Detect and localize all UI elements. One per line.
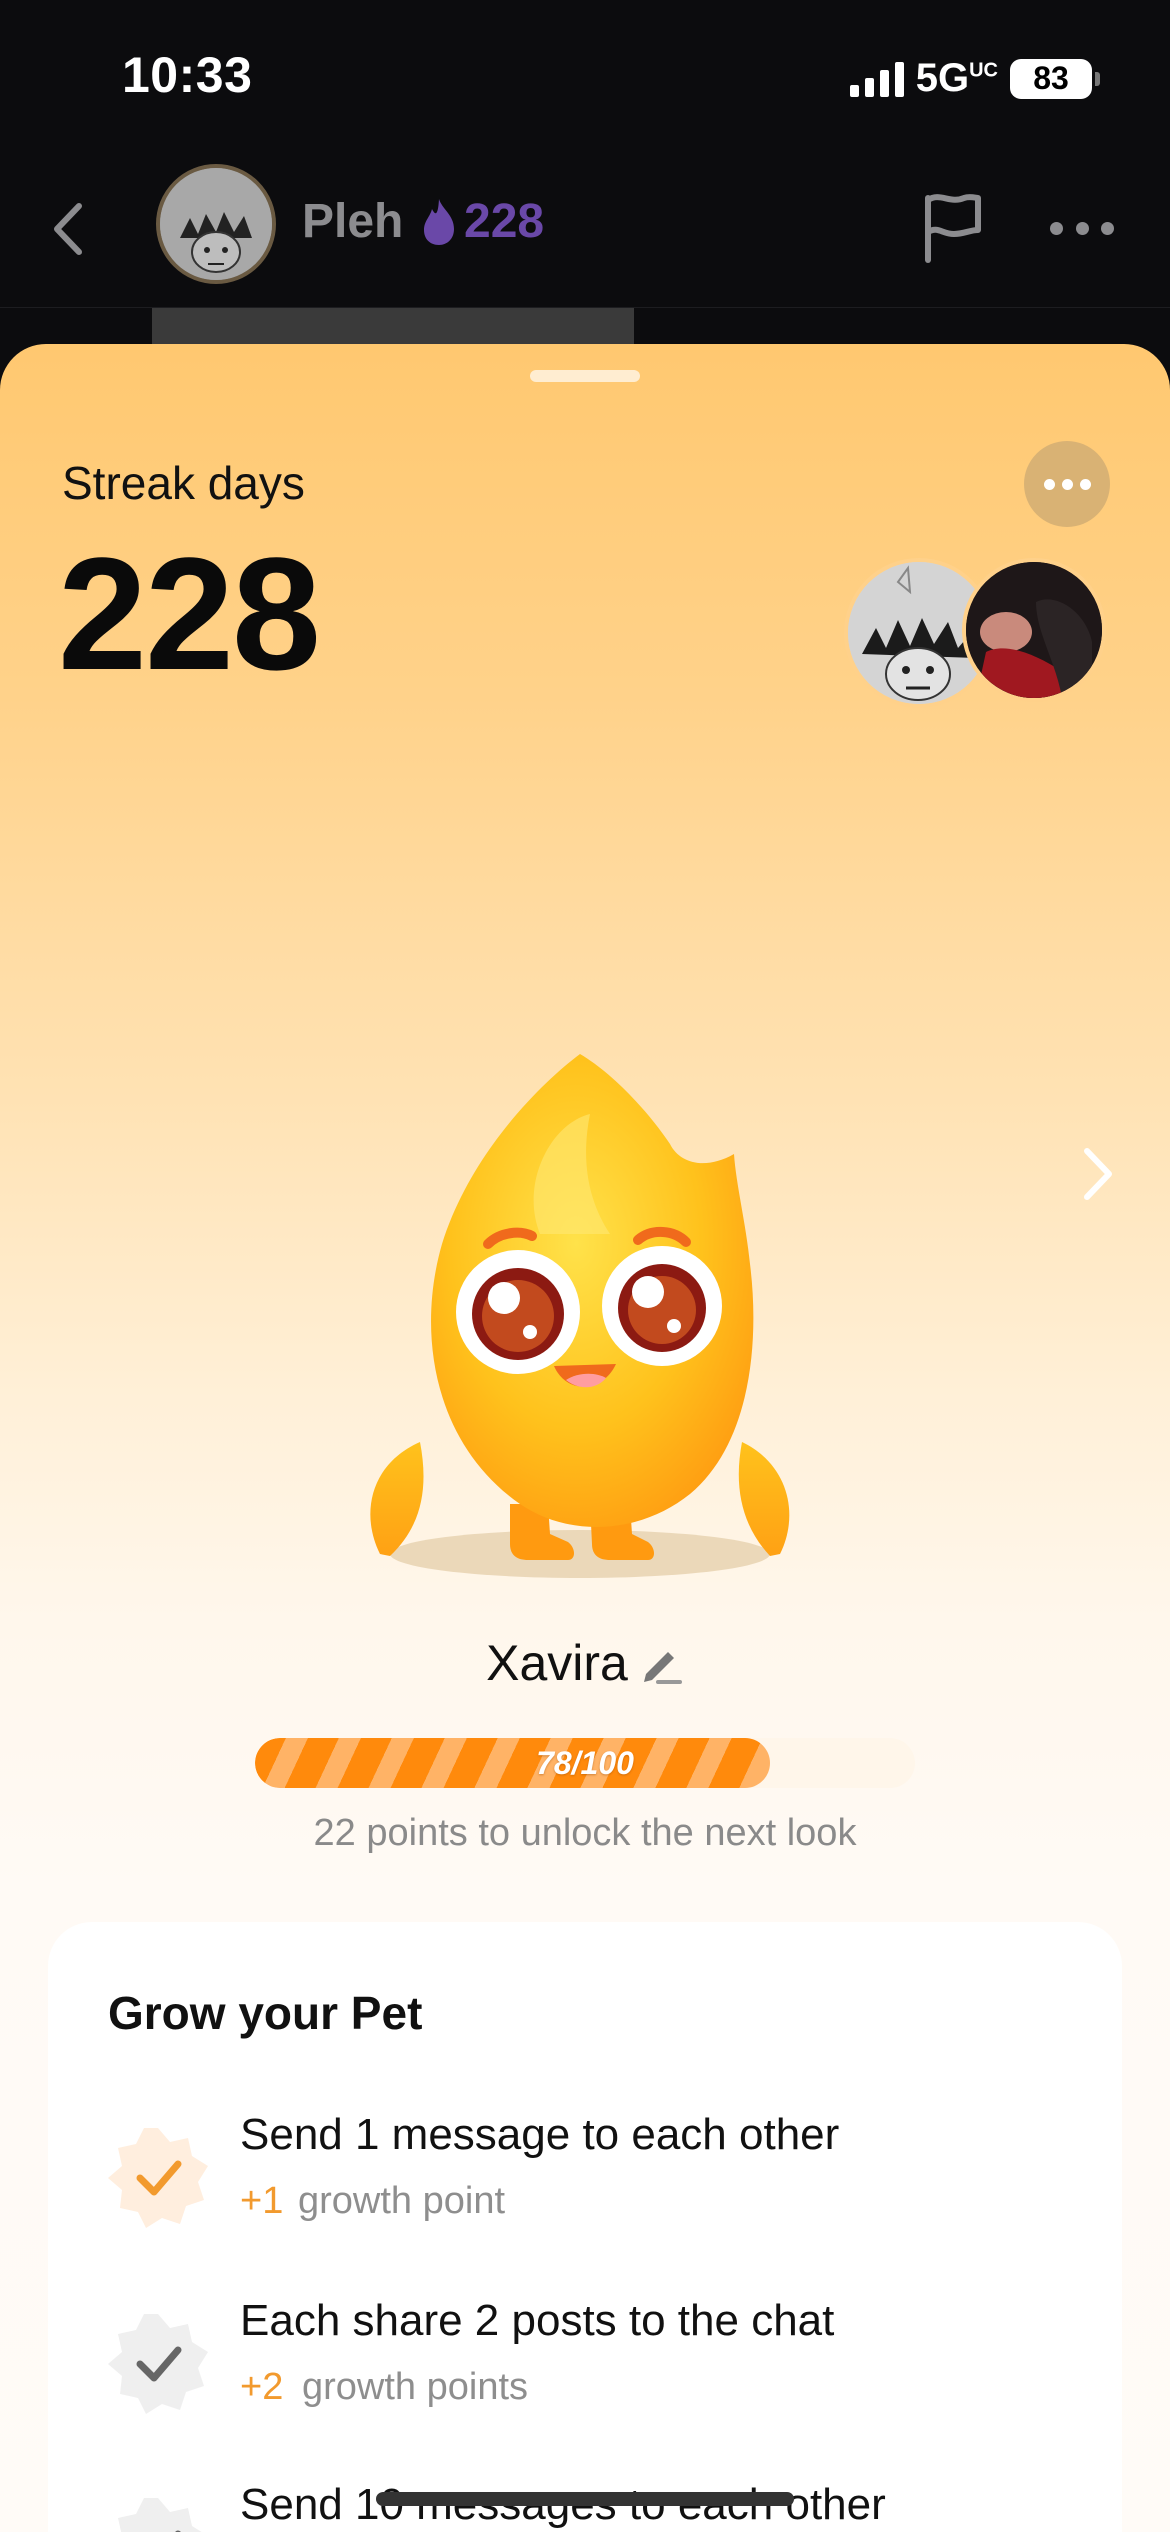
- status-bar: 10:33 5GUC 83: [0, 0, 1170, 150]
- network-type: 5GUC: [916, 56, 998, 101]
- chat-avatar[interactable]: [156, 164, 276, 284]
- task-item: Send 1 message to each other +1 growth p…: [104, 2104, 1104, 2254]
- task-item: Each share 2 posts to the chat +2 growth…: [104, 2290, 1104, 2440]
- status-indicators: 5GUC 83: [849, 56, 1100, 101]
- chevron-right-icon: [1084, 1148, 1112, 1200]
- flame-icon: [424, 198, 454, 245]
- task-points-label: growth point: [298, 2180, 506, 2222]
- check-badge-icon: [108, 2314, 208, 2414]
- chat-header: Pleh 228: [0, 150, 1170, 308]
- check-badge-icon: [118, 2498, 202, 2532]
- task-points: +2: [240, 2366, 284, 2408]
- chat-name: Pleh: [302, 195, 404, 248]
- background-photo: [152, 308, 634, 348]
- edit-pencil-icon[interactable]: [638, 1640, 684, 1686]
- grow-pet-card: Grow your Pet Send 1 message to each oth…: [48, 1922, 1122, 2532]
- battery-level: 83: [1033, 60, 1069, 96]
- network-label: 5G: [915, 56, 970, 100]
- growth-progress-text: 78/100: [536, 1744, 634, 1781]
- header-streak-count: 228: [464, 195, 545, 248]
- task-title: Each share 2 posts to the chat: [240, 2296, 835, 2345]
- sheet-more-button[interactable]: [1024, 441, 1110, 527]
- back-icon: [54, 203, 82, 255]
- header-streak: 228: [418, 194, 544, 249]
- growth-progress-bar: 78/100: [255, 1738, 915, 1788]
- avatar-sketch: [160, 168, 272, 280]
- flag-icon: [925, 194, 981, 263]
- pet-streak-sheet: Streak days 228 Xavira 78/100 22 points …: [0, 344, 1170, 2532]
- status-time: 10:33: [122, 47, 253, 103]
- streak-number: 228: [58, 524, 321, 703]
- pet-mascot[interactable]: [350, 1044, 810, 1604]
- task-title: Send 1 message to each other: [240, 2110, 840, 2159]
- grow-title: Grow your Pet: [108, 1987, 423, 2039]
- next-pet-button[interactable]: [1070, 1134, 1126, 1214]
- task-points-label: growth points: [302, 2366, 529, 2408]
- friend-avatar: [962, 558, 1106, 702]
- network-suffix: UC: [969, 59, 998, 82]
- check-badge-icon: [108, 2128, 208, 2228]
- home-indicator: [376, 2492, 794, 2506]
- signal-icon: [849, 61, 904, 97]
- pet-name: Xavira: [486, 1635, 628, 1691]
- pet-name-row: Xavira: [0, 1634, 1170, 1692]
- back-button[interactable]: [44, 194, 92, 264]
- streak-label: Streak days: [62, 457, 305, 509]
- more-icon[interactable]: [1050, 218, 1114, 238]
- task-points: +1: [240, 2180, 284, 2222]
- avatar-photo: [966, 562, 1102, 698]
- drag-handle[interactable]: [530, 370, 640, 382]
- unlock-hint: 22 points to unlock the next look: [313, 1812, 857, 1854]
- battery-icon: 83: [1010, 58, 1100, 99]
- report-flag-button[interactable]: [920, 190, 986, 264]
- flame-pet-illustration: [370, 1054, 790, 1578]
